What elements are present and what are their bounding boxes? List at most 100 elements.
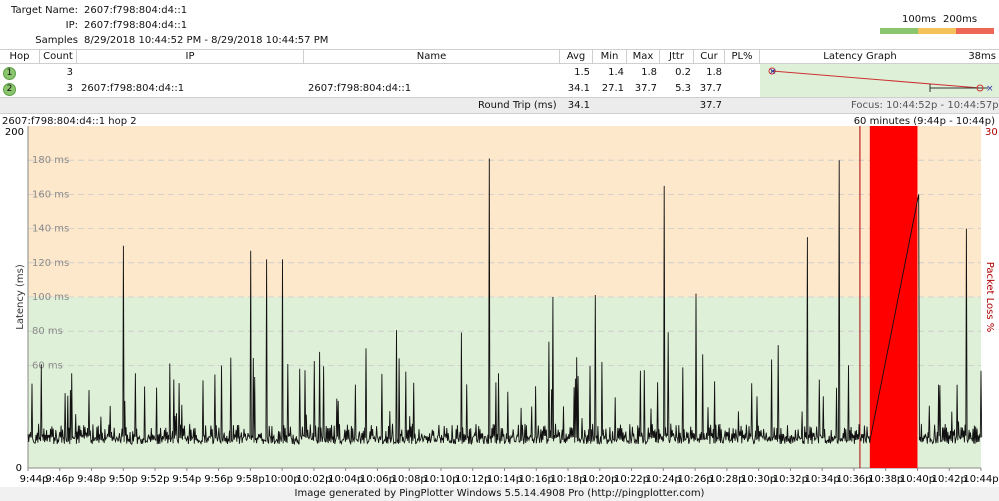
x-tick-label: 10:10p xyxy=(423,474,458,485)
col-hop[interactable]: Hop xyxy=(0,50,40,64)
col-name[interactable]: Name xyxy=(304,50,560,64)
legend-ok-bar xyxy=(880,28,918,34)
x-tick-label: 10:28p xyxy=(709,474,744,485)
y-tick-label: 80 ms xyxy=(32,326,63,337)
x-tick-label: 10:12p xyxy=(455,474,490,485)
y-tick-label: 120 ms xyxy=(32,258,69,269)
x-tick-label: 9:56p xyxy=(204,474,233,485)
col-cur[interactable]: Cur xyxy=(694,50,725,64)
hop-avg: 1.5 xyxy=(574,67,590,78)
y-axis-bottom-label: 0 xyxy=(16,463,22,474)
col-jttr[interactable]: Jttr xyxy=(660,50,694,64)
x-tick-label: 10:06p xyxy=(360,474,395,485)
hop2-max-marker: × xyxy=(986,84,994,94)
x-tick-label: 10:18p xyxy=(550,474,585,485)
legend-warn-bar xyxy=(918,28,956,34)
x-tick-label: 10:38p xyxy=(868,474,903,485)
y-tick-label: 100 ms xyxy=(32,292,69,303)
hop-cur: 1.8 xyxy=(706,67,722,78)
x-tick-label: 9:44p xyxy=(20,474,49,485)
x-tick-label: 10:30p xyxy=(741,474,776,485)
x-tick-label: 10:32p xyxy=(773,474,808,485)
hop-table: Hop Count IP Name Avg Min Max Jttr Cur P… xyxy=(0,49,999,114)
x-tick-label: 9:46p xyxy=(45,474,74,485)
hop-pl xyxy=(725,81,757,97)
hop-table-header: Hop Count IP Name Avg Min Max Jttr Cur P… xyxy=(0,49,999,64)
round-trip-cur: 37.7 xyxy=(699,100,722,111)
col-min[interactable]: Min xyxy=(593,50,627,64)
target-name-label: Target Name: xyxy=(11,5,78,16)
hop-jttr: 5.3 xyxy=(675,83,691,94)
hop-count: 3 xyxy=(66,67,73,78)
hop-number-badge: 1 xyxy=(3,67,16,80)
footer-credit: Image generated by PingPlotter Windows 5… xyxy=(0,487,999,501)
x-tick-label: 9:54p xyxy=(172,474,201,485)
table-row[interactable]: 1 3 1.5 1.4 1.8 0.2 1.8 xyxy=(0,65,760,81)
hop-min: 1.4 xyxy=(608,67,624,78)
x-tick-label: 10:02p xyxy=(296,474,331,485)
packet-loss-bar xyxy=(869,126,918,468)
hop-cur: 37.7 xyxy=(699,83,722,94)
x-tick-label: 10:24p xyxy=(646,474,681,485)
y2-axis-top-label: 30 xyxy=(985,127,998,138)
col-ip[interactable]: IP xyxy=(77,50,304,64)
target-name-value: 2607:f798:804:d4::1 xyxy=(84,5,188,16)
x-tick-label: 10:16p xyxy=(519,474,554,485)
y-tick-label: 160 ms xyxy=(32,189,69,200)
time-graph[interactable]: 180 ms 160 ms 140 ms 120 ms 100 ms 80 ms 60 ms… xyxy=(0,126,999,486)
x-tick-label: 10:14p xyxy=(487,474,522,485)
hop-name: 2607:f798:804:d4::1 xyxy=(308,83,412,94)
x-tick-label: 9:48p xyxy=(77,474,106,485)
round-trip-label: Round Trip (ms) xyxy=(478,100,557,111)
col-max[interactable]: Max xyxy=(627,50,660,64)
samples-timed-value: 8/29/2018 10:44:52 PM - 8/29/2018 10:44:… xyxy=(84,35,329,46)
y-axis-top-label: 200 xyxy=(5,127,24,138)
hop-pl xyxy=(725,65,757,81)
hop-jttr: 0.2 xyxy=(675,67,691,78)
latency-graph-scale: 38ms xyxy=(968,51,996,62)
y-tick-label: 140 ms xyxy=(32,224,69,235)
x-tick-label: 9:50p xyxy=(109,474,138,485)
table-row[interactable]: 2 3 2607:f798:804:d4::1 2607:f798:804:d4… xyxy=(0,81,760,97)
legend-100ms-label: 100ms xyxy=(902,14,937,25)
latency-graph-svg: × × xyxy=(768,67,994,94)
x-tick-label: 10:26p xyxy=(678,474,713,485)
hop-min: 27.1 xyxy=(601,83,624,94)
x-tick-label: 10:42p xyxy=(932,474,967,485)
legend-200ms-label: 200ms xyxy=(943,14,978,25)
latency-legend: 100ms 200ms xyxy=(880,14,994,36)
hop-avg: 34.1 xyxy=(567,83,590,94)
latency-graph-mini[interactable]: × × xyxy=(760,64,999,98)
x-tick-label: 10:22p xyxy=(614,474,649,485)
x-tick-label: 10:20p xyxy=(582,474,617,485)
y-axis-title: Latency (ms) xyxy=(15,264,26,330)
x-tick-label: 10:34p xyxy=(805,474,840,485)
round-trip-avg: 34.1 xyxy=(567,100,590,111)
col-count[interactable]: Count xyxy=(40,50,77,64)
warning-zone xyxy=(28,126,981,297)
time-graph-svg: 180 ms 160 ms 140 ms 120 ms 100 ms 80 ms 60 ms… xyxy=(5,126,999,485)
y-tick-label: 180 ms xyxy=(32,155,69,166)
col-pl[interactable]: PL% xyxy=(725,50,760,64)
hop-number-badge: 2 xyxy=(3,83,16,96)
col-avg[interactable]: Avg xyxy=(560,50,593,64)
target-info: Target Name: 2607:f798:804:d4::1 IP: 260… xyxy=(0,0,999,61)
x-tick-label: 10:44p xyxy=(963,474,998,485)
ip-value: 2607:f798:804:d4::1 xyxy=(84,20,188,31)
hop1-max-marker: × xyxy=(769,67,777,77)
y2-axis-title: Packet Loss % xyxy=(984,262,995,333)
hop-count: 3 xyxy=(66,83,73,94)
ip-label: IP: xyxy=(65,20,78,31)
x-tick-label: 10:08p xyxy=(392,474,427,485)
col-latency-graph[interactable]: Latency Graph xyxy=(760,50,960,64)
x-tick-label: 9:58p xyxy=(236,474,265,485)
x-tick-label: 10:40p xyxy=(900,474,935,485)
y-tick-label: 60 ms xyxy=(32,360,63,371)
x-tick-label: 10:36p xyxy=(836,474,871,485)
hop-max: 37.7 xyxy=(634,83,657,94)
latency-trend-line xyxy=(771,70,981,89)
round-trip-row: Round Trip (ms) 34.1 37.7 Focus: 10:44:5… xyxy=(0,97,999,114)
legend-bad-bar xyxy=(956,28,994,34)
focus-range: Focus: 10:44:52p - 10:44:57p xyxy=(851,100,999,111)
x-tick-label: 9:52p xyxy=(141,474,170,485)
